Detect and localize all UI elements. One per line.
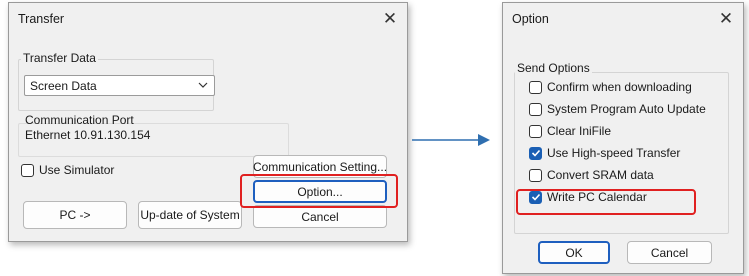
write-pc-calendar-box[interactable] [529, 190, 542, 204]
convert-sram-data-box[interactable] [529, 168, 542, 182]
transfer-dialog: Transfer ✕ Transfer Data Screen Data Com… [8, 2, 408, 242]
use-high-speed-transfer-checkbox[interactable]: Use High-speed Transfer [529, 146, 680, 160]
ok-button[interactable]: OK [538, 241, 610, 264]
cancel-button[interactable]: Cancel [253, 205, 387, 228]
clear-inifile-box[interactable] [529, 124, 542, 138]
system-program-auto-update-box[interactable] [529, 102, 542, 116]
right-arrow-icon [412, 134, 490, 146]
checkmark-icon [531, 193, 540, 201]
transfer-data-label: Transfer Data [21, 51, 98, 65]
option-button[interactable]: Option... [253, 180, 387, 203]
pc-transfer-button[interactable]: PC -> [23, 201, 127, 229]
close-icon[interactable]: ✕ [715, 8, 737, 30]
option-title: Option [512, 12, 549, 26]
transfer-titlebar: Transfer ✕ [9, 3, 407, 37]
write-pc-calendar-label: Write PC Calendar [547, 190, 647, 204]
option-titlebar: Option ✕ [503, 3, 743, 37]
checkmark-icon [531, 149, 540, 157]
use-simulator-box[interactable] [21, 163, 34, 177]
convert-sram-data-label: Convert SRAM data [547, 168, 654, 182]
cancel-button[interactable]: Cancel [627, 241, 712, 264]
confirm-download-checkbox[interactable]: Confirm when downloading [529, 80, 692, 94]
use-simulator-label: Use Simulator [39, 163, 115, 177]
close-icon[interactable]: ✕ [379, 8, 401, 30]
system-program-auto-update-checkbox[interactable]: System Program Auto Update [529, 102, 706, 116]
write-pc-calendar-checkbox[interactable]: Write PC Calendar [529, 190, 647, 204]
communication-setting-button[interactable]: Communication Setting... [253, 155, 387, 178]
send-options-label: Send Options [515, 61, 592, 75]
use-high-speed-transfer-label: Use High-speed Transfer [547, 146, 681, 160]
clear-inifile-checkbox[interactable]: Clear IniFile [529, 124, 611, 138]
clear-inifile-label: Clear IniFile [547, 124, 612, 138]
communication-port-label: Communication Port [25, 113, 134, 127]
use-simulator-checkbox[interactable]: Use Simulator [21, 163, 114, 177]
transfer-data-value: Screen Data [30, 79, 97, 93]
chevron-down-icon [198, 82, 208, 88]
transfer-data-select[interactable]: Screen Data [24, 75, 215, 96]
transfer-title: Transfer [18, 12, 65, 26]
convert-sram-data-checkbox[interactable]: Convert SRAM data [529, 168, 654, 182]
confirm-download-box[interactable] [529, 80, 542, 94]
update-system-button[interactable]: Up-date of System [138, 201, 242, 229]
use-high-speed-transfer-box[interactable] [529, 146, 542, 160]
option-dialog: Option ✕ Send Options Confirm when downl… [502, 2, 744, 274]
system-program-auto-update-label: System Program Auto Update [547, 102, 706, 116]
confirm-download-label: Confirm when downloading [547, 80, 692, 94]
communication-port-value: Ethernet 10.91.130.154 [25, 128, 151, 142]
